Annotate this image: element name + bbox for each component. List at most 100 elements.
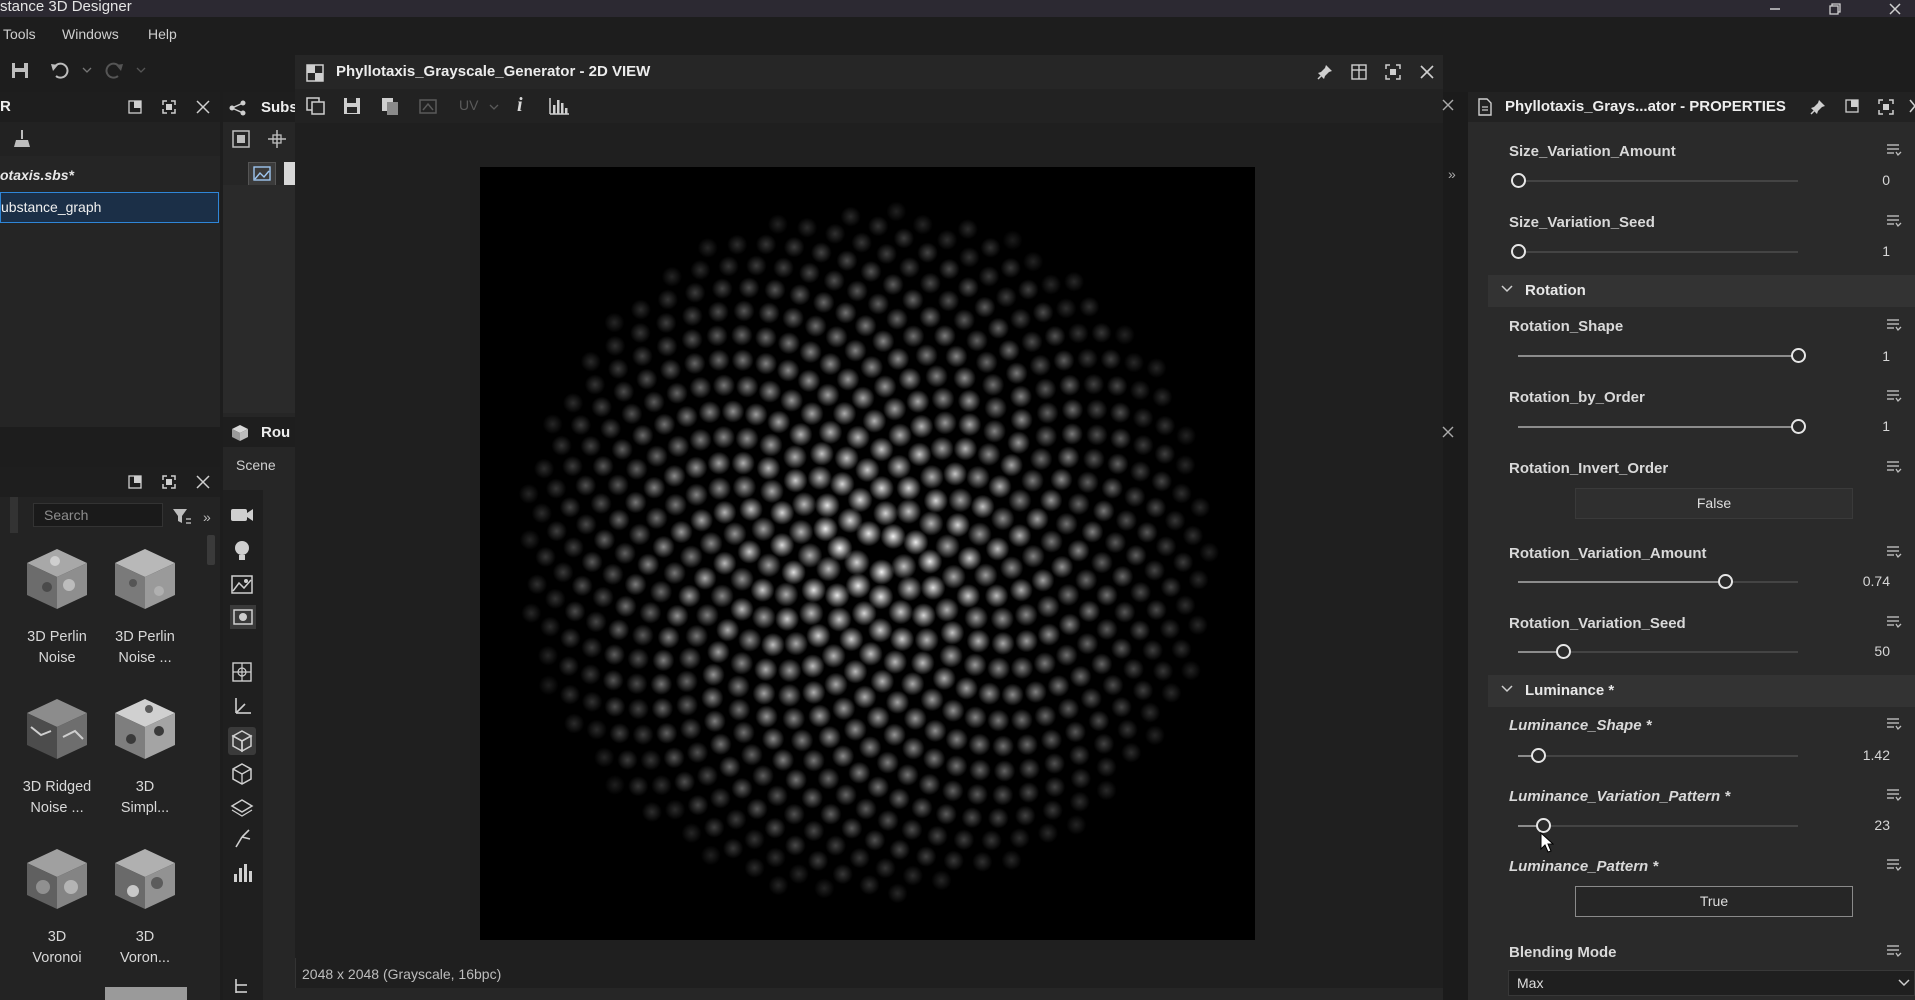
maximize-icon[interactable] bbox=[1878, 99, 1894, 115]
duplicate-icon[interactable] bbox=[380, 96, 400, 116]
uv-dropdown-icon[interactable] bbox=[489, 104, 499, 110]
luminance-pattern-toggle[interactable]: True bbox=[1575, 886, 1853, 917]
float-icon[interactable] bbox=[1845, 99, 1859, 113]
param-menu-icon[interactable] bbox=[1886, 545, 1902, 559]
blending-mode-select[interactable]: Max bbox=[1508, 970, 1915, 996]
save-all-icon[interactable] bbox=[10, 60, 32, 80]
library-item-3d-simplex[interactable]: 3D Simpl... bbox=[101, 697, 189, 819]
float-icon[interactable] bbox=[128, 100, 142, 114]
slider-knob-rotation-shape[interactable] bbox=[1791, 348, 1806, 363]
close-icon[interactable] bbox=[196, 475, 210, 489]
expand-more-icon[interactable]: » bbox=[203, 509, 211, 525]
package-file-item[interactable]: otaxis.sbs* bbox=[0, 162, 220, 188]
hierarchy-icon[interactable] bbox=[233, 977, 251, 995]
scene-tab[interactable]: Scene bbox=[236, 457, 276, 473]
render-icon[interactable] bbox=[230, 605, 256, 629]
section-luminance[interactable]: Luminance * bbox=[1488, 675, 1915, 707]
histogram-icon[interactable] bbox=[548, 96, 570, 116]
image-node-icon[interactable] bbox=[248, 162, 276, 186]
library-item-3d-perlin-noise-2[interactable]: 3D Perlin Noise ... bbox=[101, 547, 189, 669]
param-menu-icon[interactable] bbox=[1886, 615, 1902, 629]
redo-dropdown-icon[interactable] bbox=[136, 67, 146, 73]
redo-icon[interactable] bbox=[103, 60, 125, 80]
restore-icon[interactable] bbox=[1815, 0, 1855, 17]
param-value-luminance-shape[interactable]: 1.42 bbox=[1863, 747, 1890, 763]
graph-canvas[interactable] bbox=[223, 185, 295, 413]
param-menu-icon[interactable] bbox=[1886, 389, 1902, 403]
param-value-rotation-variation-seed[interactable]: 50 bbox=[1874, 643, 1890, 659]
undo-icon[interactable] bbox=[49, 60, 71, 80]
undo-dropdown-icon[interactable] bbox=[82, 67, 92, 73]
slider-track[interactable] bbox=[1518, 180, 1798, 182]
library-scrollbar[interactable] bbox=[207, 535, 215, 565]
layers-icon[interactable] bbox=[230, 797, 254, 817]
library-item-3d-ridged-noise[interactable]: 3D Ridged Noise ... bbox=[13, 697, 101, 819]
slider-track[interactable] bbox=[1518, 825, 1798, 827]
param-menu-icon[interactable] bbox=[1886, 717, 1902, 731]
param-value-size-variation-seed[interactable]: 1 bbox=[1882, 243, 1890, 259]
graph-item-selected[interactable]: ubstance_graph bbox=[0, 192, 219, 223]
slider-track[interactable] bbox=[1518, 755, 1798, 757]
info-button[interactable]: i bbox=[517, 94, 523, 117]
maximize-icon[interactable] bbox=[162, 100, 176, 114]
param-value-luminance-variation-pattern[interactable]: 23 bbox=[1874, 817, 1890, 833]
param-value-rotation-by-order[interactable]: 1 bbox=[1882, 418, 1890, 434]
branch-icon[interactable] bbox=[232, 827, 252, 849]
maximize-icon[interactable] bbox=[162, 475, 176, 489]
param-menu-icon[interactable] bbox=[1886, 143, 1902, 157]
close-icon[interactable] bbox=[1442, 426, 1454, 438]
mesh-cube-icon[interactable] bbox=[228, 727, 256, 755]
param-value-rotation-shape[interactable]: 1 bbox=[1882, 348, 1890, 364]
close-icon[interactable] bbox=[196, 100, 210, 114]
pin-icon[interactable] bbox=[1317, 64, 1333, 80]
slider-knob-rotation-variation-seed[interactable] bbox=[1555, 644, 1571, 659]
close-window-icon[interactable] bbox=[1875, 0, 1915, 17]
menu-windows[interactable]: Windows bbox=[62, 26, 119, 42]
node-tab[interactable] bbox=[284, 162, 295, 186]
camera-icon[interactable] bbox=[230, 506, 254, 524]
save-image-icon[interactable] bbox=[342, 96, 362, 116]
library-item-3d-voronoi[interactable]: 3D Voronoi bbox=[13, 847, 101, 969]
section-rotation[interactable]: Rotation bbox=[1488, 275, 1915, 307]
pan-icon[interactable] bbox=[266, 128, 288, 150]
expand-panel-icon[interactable]: » bbox=[1448, 166, 1456, 182]
minimize-icon[interactable] bbox=[1755, 0, 1795, 17]
slider-knob-size-variation-seed[interactable] bbox=[1511, 244, 1526, 259]
library-item-3d-voronoi-2[interactable]: 3D Voron... bbox=[101, 847, 189, 969]
broom-icon[interactable] bbox=[12, 129, 32, 149]
param-menu-icon[interactable] bbox=[1886, 858, 1902, 872]
library-search-input[interactable]: Search bbox=[33, 503, 163, 527]
menu-tools[interactable]: Tools bbox=[3, 26, 36, 42]
environment-icon[interactable] bbox=[230, 573, 254, 595]
panel-splitter[interactable] bbox=[1443, 92, 1468, 1000]
param-menu-icon[interactable] bbox=[1886, 788, 1902, 802]
slider-knob-rotation-by-order[interactable] bbox=[1791, 419, 1806, 434]
grid-icon[interactable] bbox=[231, 661, 253, 683]
maximize-icon[interactable] bbox=[1385, 64, 1401, 80]
copy-image-icon[interactable] bbox=[305, 96, 327, 116]
param-menu-icon[interactable] bbox=[1886, 214, 1902, 228]
rotation-invert-order-toggle[interactable]: False bbox=[1575, 488, 1853, 519]
light-icon[interactable] bbox=[232, 540, 252, 562]
axis-icon[interactable] bbox=[231, 695, 253, 717]
slider-knob-size-variation-amount[interactable] bbox=[1511, 173, 1526, 188]
split-icon[interactable] bbox=[1351, 64, 1367, 80]
slider-knob-luminance-shape[interactable] bbox=[1530, 748, 1546, 763]
tile-icon[interactable] bbox=[418, 96, 440, 116]
phyllotaxis-preview-image[interactable] bbox=[480, 167, 1255, 940]
slider-track[interactable] bbox=[1518, 251, 1798, 253]
float-icon[interactable] bbox=[128, 475, 142, 489]
param-menu-icon[interactable] bbox=[1886, 944, 1902, 958]
wireframe-icon[interactable] bbox=[230, 762, 254, 786]
filter-icon[interactable] bbox=[172, 507, 192, 525]
fit-view-icon[interactable] bbox=[230, 128, 252, 150]
menu-help[interactable]: Help bbox=[148, 26, 177, 42]
param-value-rotation-variation-amount[interactable]: 0.74 bbox=[1863, 573, 1890, 589]
histogram-icon[interactable] bbox=[232, 862, 252, 884]
close-icon[interactable] bbox=[1442, 99, 1454, 111]
param-value-size-variation-amount[interactable]: 0 bbox=[1882, 172, 1890, 188]
close-icon[interactable] bbox=[1908, 98, 1915, 116]
uv-toggle[interactable]: UV bbox=[459, 97, 478, 113]
close-icon[interactable] bbox=[1419, 64, 1435, 80]
param-menu-icon[interactable] bbox=[1886, 460, 1902, 474]
